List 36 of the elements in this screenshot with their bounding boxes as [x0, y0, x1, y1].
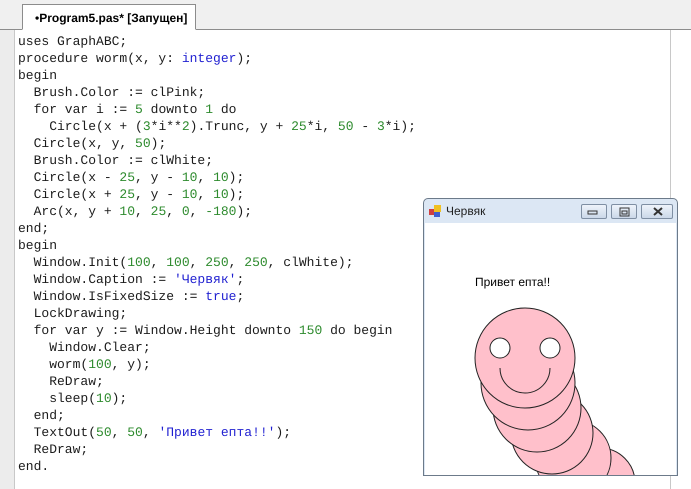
restore-icon	[620, 207, 630, 216]
code-line: Circle(x + (3*i**2).Trunc, y + 25*i, 50 - 3*i);	[48, 118, 416, 135]
code-line: end;	[18, 220, 50, 237]
code-line: begin	[18, 67, 58, 84]
canvas-text: Привет епта!!	[475, 274, 550, 291]
code-line: Circle(x, y, 50);	[32, 135, 166, 152]
maximize-button[interactable]	[611, 204, 637, 218]
code-line: LockDrawing;	[32, 305, 128, 322]
code-line: Brush.Color := clWhite;	[32, 152, 214, 169]
minimize-button[interactable]	[581, 204, 607, 218]
code-line: uses GraphABC;	[18, 33, 128, 50]
file-tab[interactable]: •Program5.pas* [Запущен]	[22, 4, 196, 30]
code-line: Circle(x + 25, y - 10, 10);	[32, 186, 244, 203]
code-line: Arc(x, y + 10, 25, 0, -180);	[32, 203, 252, 220]
code-line: end.	[18, 458, 50, 475]
code-line: TextOut(50, 50, 'Привет епта!!');	[32, 424, 292, 441]
close-button[interactable]	[641, 204, 673, 218]
code-line: worm(100, y);	[48, 356, 151, 373]
code-line: Window.Caption := 'Червяк';	[32, 271, 244, 288]
app-icon	[428, 204, 442, 218]
code-line: Window.Clear;	[48, 339, 151, 356]
code-line: for var i := 5 downto 1 do	[32, 101, 236, 118]
code-line: Circle(x - 25, y - 10, 10);	[32, 169, 244, 186]
code-line: Window.IsFixedSize := true;	[32, 288, 244, 305]
code-line: for var y := Window.Height downto 150 do begin	[32, 322, 392, 339]
code-line: Brush.Color := clPink;	[32, 84, 206, 101]
code-line: ReDraw;	[48, 373, 104, 390]
close-icon	[653, 206, 663, 216]
code-line: Window.Init(100, 100, 250, 250, clWhite);	[32, 254, 354, 271]
minimize-icon	[588, 210, 598, 214]
code-line: procedure worm(x, y: integer);	[18, 50, 252, 67]
code-line: end;	[32, 407, 65, 424]
code-line: begin	[18, 237, 58, 254]
code-line: sleep(10);	[48, 390, 128, 407]
code-line: ReDraw;	[32, 441, 88, 458]
window-title: Червяк	[446, 203, 486, 220]
